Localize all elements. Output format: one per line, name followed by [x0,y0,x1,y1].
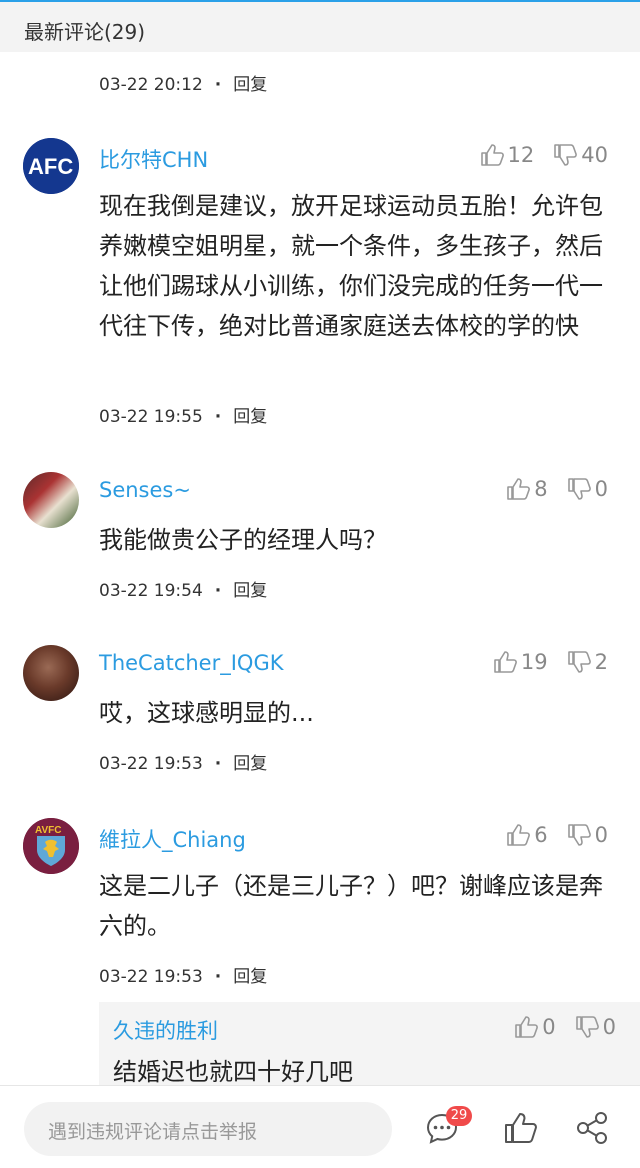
thumbs-up-icon [515,1016,539,1038]
reply-username[interactable]: 久违的胜利 [113,1015,218,1045]
dislike-button[interactable]: 2 [566,649,608,675]
like-button[interactable]: 19 [492,649,548,675]
comment-username[interactable]: Senses~ [99,478,191,502]
comment-username[interactable]: TheCatcher_IQGK [99,651,284,675]
comment-meta: 03-22 20:12 · 回复 [99,70,267,95]
avatar[interactable] [23,472,79,528]
like-button[interactable]: 0 [513,1014,556,1040]
thumbs-up-icon [494,651,517,673]
like-button[interactable]: 6 [505,822,548,848]
avfc-crest-icon: AVFC [23,818,79,874]
dislike-count: 0 [594,823,608,847]
separator-dot: · [214,967,222,987]
reply-link[interactable]: 回复 [233,581,267,601]
afc-logo-icon: AFC [23,138,79,194]
thumbs-down-icon [567,824,591,846]
avatar[interactable] [23,645,79,701]
like-count: 8 [534,477,548,501]
dislike-count: 40 [581,143,608,167]
like-button[interactable]: 8 [505,476,548,502]
comment-meta: 03-22 19:53 · 回复 [99,749,267,774]
reply-link[interactable]: 回复 [233,754,267,774]
comment-input[interactable]: 遇到违规评论请点击举报 [24,1102,392,1156]
like-button[interactable]: 12 [479,142,535,168]
bottom-action-bar: 遇到违规评论请点击举报 29 [0,1085,640,1168]
comment-time: 03-22 19:53 [99,754,203,774]
thumbs-down-icon [567,478,591,500]
comment-text: 我能做贵公子的经理人吗？ [99,526,387,554]
like-count: 0 [542,1015,556,1039]
avatar[interactable]: AFC [23,138,79,194]
separator-dot: · [214,754,222,774]
reply-votes: 0 0 [513,1014,616,1040]
comment-count-badge: 29 [446,1106,472,1126]
comment-time: 03-22 20:12 [99,75,203,95]
share-button[interactable] [572,1108,612,1148]
reply-link[interactable]: 回复 [233,407,267,427]
afc-logo-text: AFC [28,154,73,179]
comment-time: 03-22 19:54 [99,581,203,601]
comment-meta: 03-22 19:54 · 回复 [99,576,267,601]
thumbs-down-icon [554,144,578,166]
comment-votes: 12 40 [479,142,608,168]
comment-input-placeholder: 遇到违规评论请点击举报 [48,1121,258,1143]
reply-link[interactable]: 回复 [233,75,267,95]
comment-username[interactable]: 比尔特CHN [99,144,208,174]
reply-link[interactable]: 回复 [233,967,267,987]
comments-header: 最新评论(29) [0,0,640,52]
thumbs-down-icon [567,651,591,673]
reply-text: 结婚迟也就四十好几吧 [113,1058,353,1085]
thumbs-up-icon [507,824,531,846]
separator-dot: · [214,581,222,601]
comment-username[interactable]: 維拉人_Chiang [99,824,246,854]
separator-dot: · [214,407,222,427]
nested-reply: 久违的胜利 0 0 结婚迟也就四十好几吧 [99,1002,640,1085]
dislike-button[interactable]: 40 [552,142,608,168]
comment-votes: 6 0 [505,822,608,848]
share-icon [577,1112,607,1144]
comment-text: 现在我倒是建议，放开足球运动员五胎！允许包养嫩模空姐明星，就一个条件，多生孩子，… [99,192,603,340]
separator-dot: · [214,75,222,95]
comment-text: 这是二儿子（还是三儿子？）吧？谢峰应该是奔六的。 [99,872,603,940]
dislike-button[interactable]: 0 [566,822,608,848]
avatar[interactable]: AVFC [23,818,79,874]
comment-list[interactable]: 03-22 20:12 · 回复 AFC 比尔特CHN 12 40 现在我倒是建议，… [0,52,640,1085]
comment-time: 03-22 19:53 [99,967,203,987]
thumbs-up-icon [480,144,504,166]
comment-time: 03-22 19:55 [99,407,203,427]
comment-meta: 03-22 19:53 · 回复 [99,962,267,987]
like-count: 12 [507,143,535,167]
comment-votes: 8 0 [505,476,608,502]
like-article-button[interactable] [500,1108,540,1148]
dislike-button[interactable]: 0 [574,1014,616,1040]
comment-text: 哎，这球感明显的... [99,699,314,727]
thumbs-down-icon [575,1016,599,1038]
like-count: 19 [520,650,548,674]
avfc-crest-text: AVFC [35,825,61,836]
dislike-button[interactable]: 0 [566,476,608,502]
comment-votes: 19 2 [492,649,608,675]
comments-title: 最新评论(29) [24,20,146,44]
dislike-count: 2 [594,650,608,674]
comment-meta: 03-22 19:55 · 回复 [99,402,267,427]
dislike-count: 0 [594,477,608,501]
thumbs-up-icon [507,478,531,500]
like-count: 6 [534,823,548,847]
dislike-count: 0 [602,1015,616,1039]
thumbs-up-icon [505,1113,537,1143]
